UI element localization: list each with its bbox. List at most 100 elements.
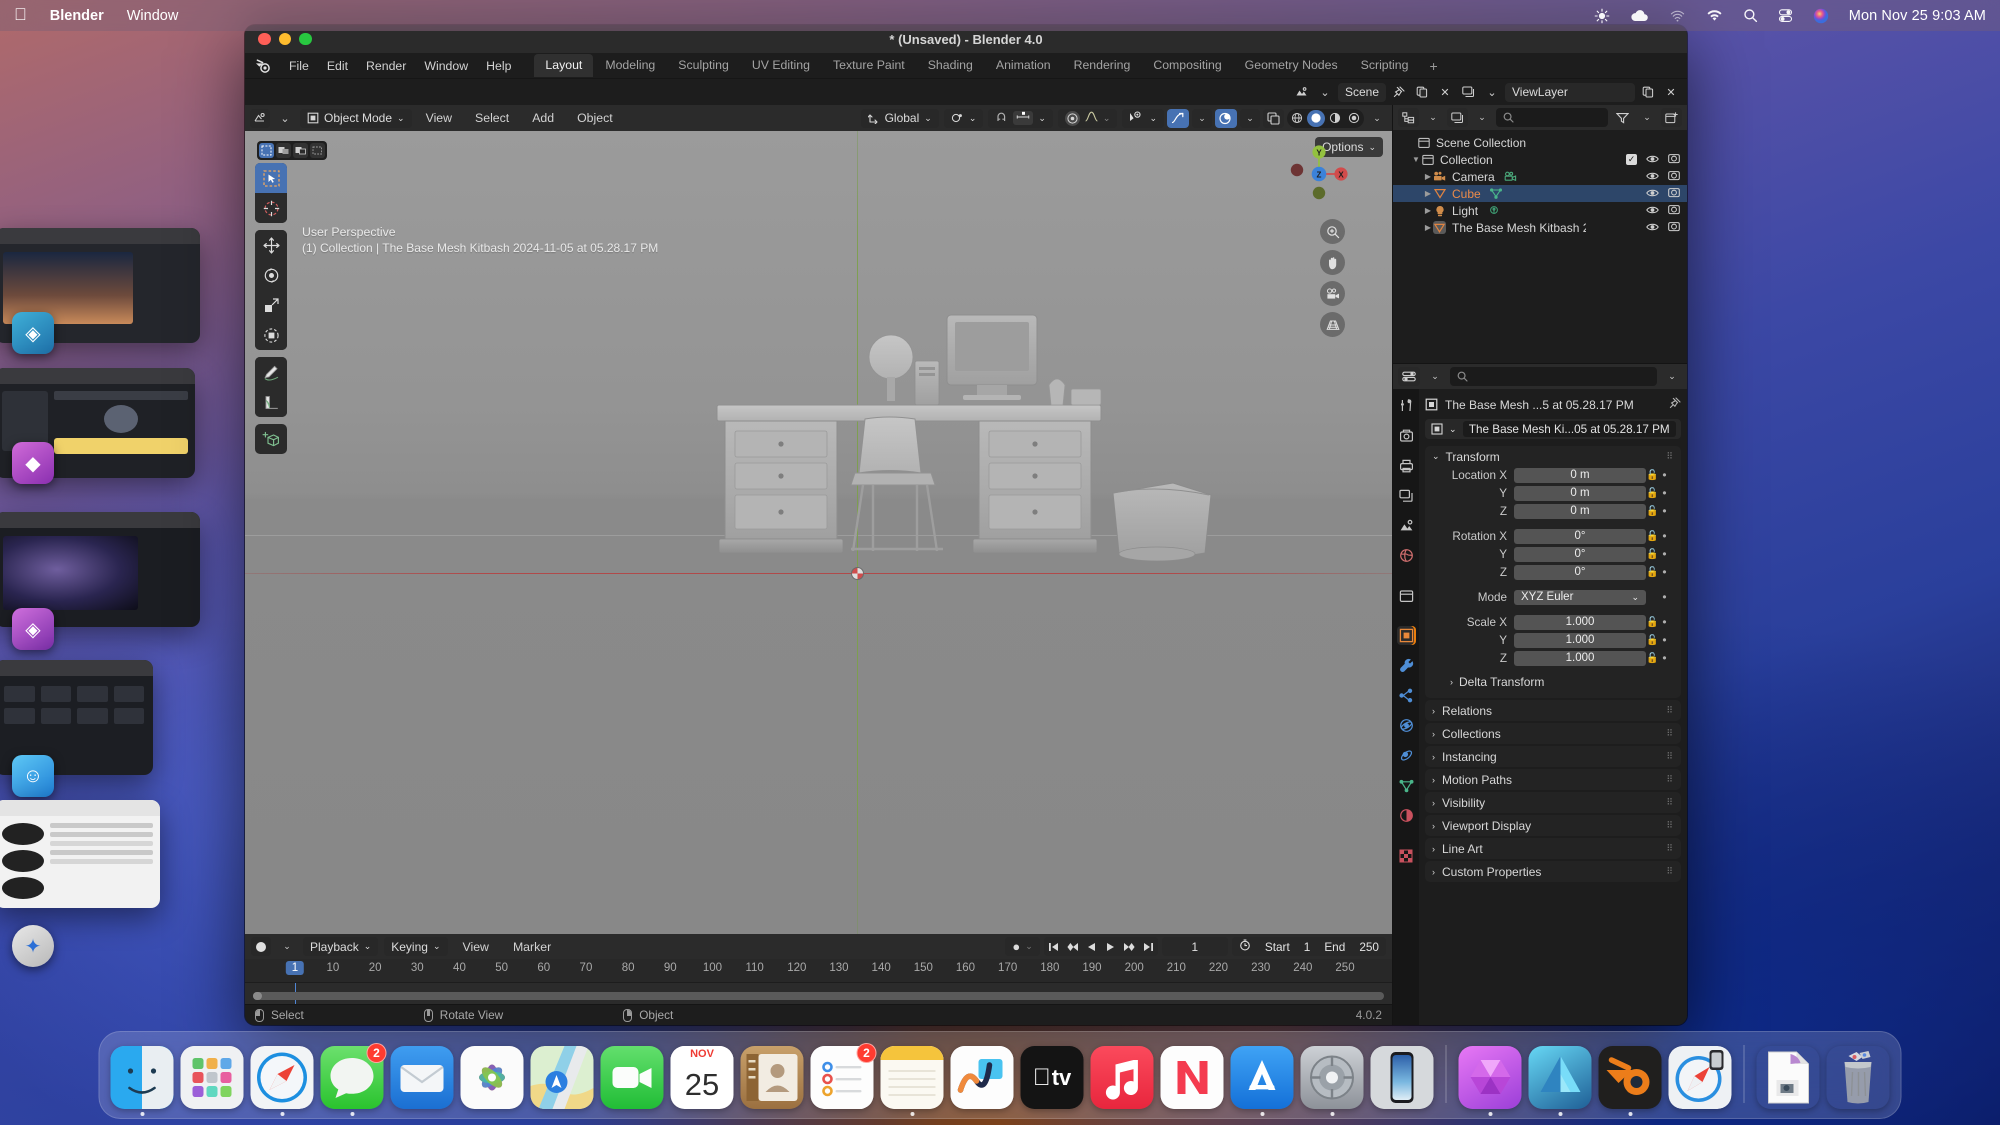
remove-viewlayer-x-icon[interactable]: ✕: [1661, 83, 1681, 102]
collection-properties-tab[interactable]: [1397, 586, 1416, 605]
scale-z-value[interactable]: 1.000: [1514, 651, 1646, 666]
outliner-row-collection[interactable]: ▼ Collection ✓: [1393, 151, 1687, 168]
object-properties-tab[interactable]: [1397, 626, 1416, 645]
dock-item-messages[interactable]: 2: [321, 1046, 384, 1109]
animate-property-dot[interactable]: •: [1659, 531, 1670, 541]
camera-render-visibility-icon[interactable]: [1668, 187, 1680, 201]
disclosure-triangle[interactable]: ▶: [1423, 206, 1433, 215]
tab-modeling[interactable]: Modeling: [594, 54, 666, 77]
tab-texture-paint[interactable]: Texture Paint: [822, 54, 916, 77]
outliner-row-cube[interactable]: ▶ Cube: [1393, 185, 1687, 202]
outliner-display-chevron-icon[interactable]: ⌄: [1423, 108, 1443, 127]
eye-visibility-icon[interactable]: [1646, 170, 1659, 184]
pivot-point-selector[interactable]: ⌄: [944, 109, 984, 128]
outliner-row-scene-collection[interactable]: Scene Collection: [1393, 134, 1687, 151]
dock-item-trash[interactable]: [1827, 1046, 1890, 1109]
scale-y-value[interactable]: 1.000: [1514, 633, 1646, 648]
snap-magnet-icon[interactable]: [995, 111, 1008, 126]
shading-wireframe-icon[interactable]: [1288, 110, 1306, 127]
camera-render-visibility-icon[interactable]: [1668, 170, 1680, 184]
collection-checkbox[interactable]: ✓: [1626, 154, 1637, 165]
shading-chevron-icon[interactable]: ⌄: [1367, 109, 1387, 128]
lock-icon[interactable]: 🔓: [1646, 531, 1659, 542]
dock-item-finder[interactable]: [111, 1046, 174, 1109]
snap-controls[interactable]: ⌄: [988, 109, 1053, 128]
minimize-button[interactable]: [279, 33, 292, 46]
control-center-brightness-icon[interactable]: [1594, 8, 1610, 24]
overlays-chevron-icon[interactable]: ⌄: [1240, 109, 1260, 128]
filter-id-chevron-icon[interactable]: ⌄: [1472, 108, 1492, 127]
current-frame-field[interactable]: 1: [1162, 937, 1228, 956]
line-art-panel[interactable]: › Line Art ⠿: [1425, 838, 1681, 859]
animate-property-dot[interactable]: •: [1659, 488, 1670, 498]
desk-scene-model[interactable]: [715, 311, 1315, 576]
tweak-select-icon[interactable]: [259, 143, 274, 158]
outliner-display-mode-icon[interactable]: [1398, 108, 1419, 127]
render-properties-tab[interactable]: [1397, 426, 1416, 445]
menubar-app-name[interactable]: Blender: [50, 8, 104, 24]
timeline-menu-marker[interactable]: Marker: [504, 937, 560, 957]
eye-visibility-icon[interactable]: [1646, 153, 1659, 167]
dock-item-freeform[interactable]: [951, 1046, 1014, 1109]
animate-property-dot[interactable]: •: [1659, 506, 1670, 516]
output-properties-tab[interactable]: [1397, 456, 1416, 475]
shading-rendered-icon[interactable]: [1345, 110, 1363, 127]
timeline-menu-playback[interactable]: Playback ⌄: [303, 937, 378, 956]
dock-item-calendar[interactable]: NOV 25: [671, 1046, 734, 1109]
control-center-icon[interactable]: [1778, 8, 1793, 23]
close-button[interactable]: [258, 33, 271, 46]
dock-item-affinity-photo[interactable]: [1459, 1046, 1522, 1109]
dock-item-facetime[interactable]: [601, 1046, 664, 1109]
proportional-editing-icon[interactable]: [1065, 111, 1080, 126]
animate-property-dot[interactable]: •: [1659, 653, 1670, 663]
wifi-icon[interactable]: [1706, 9, 1723, 22]
dock-item-safari-mirror[interactable]: [1669, 1046, 1732, 1109]
constraint-properties-tab[interactable]: [1397, 746, 1416, 765]
search-icon[interactable]: [1743, 8, 1758, 23]
eye-visibility-icon[interactable]: [1646, 204, 1659, 218]
dock-item-safari[interactable]: [251, 1046, 314, 1109]
custom-properties-panel[interactable]: › Custom Properties ⠿: [1425, 861, 1681, 882]
select-box-tool[interactable]: [255, 163, 287, 193]
timeline-ruler[interactable]: 1 10203040506070809010011012013014015016…: [245, 959, 1392, 983]
object-data-properties-tab[interactable]: [1397, 776, 1416, 795]
camera-view-icon[interactable]: [1320, 281, 1345, 306]
timeline-editor-icon[interactable]: [251, 937, 271, 956]
particles-properties-tab[interactable]: [1397, 686, 1416, 705]
object-name-field[interactable]: ⌄ The Base Mesh Ki...05 at 05.28.17 PM: [1425, 419, 1681, 439]
dock-item-affinity-designer[interactable]: [1529, 1046, 1592, 1109]
tab-uv-editing[interactable]: UV Editing: [741, 54, 821, 77]
disclosure-triangle[interactable]: ▶: [1423, 172, 1433, 181]
apple-logo-icon[interactable]: : [14, 6, 27, 23]
material-properties-tab[interactable]: [1397, 806, 1416, 825]
scene-browse-chevron-icon[interactable]: ⌄: [1315, 83, 1335, 102]
rotation-y-value[interactable]: 0°: [1514, 547, 1646, 562]
add-cube-tool[interactable]: [255, 424, 287, 454]
zoom-button[interactable]: [299, 33, 312, 46]
scene-name-field[interactable]: Scene: [1338, 83, 1386, 102]
filter-id-icon[interactable]: [1447, 108, 1468, 127]
auto-keying-controls[interactable]: ● ⌄: [1005, 937, 1039, 956]
motion-paths-panel[interactable]: › Motion Paths ⠿: [1425, 769, 1681, 790]
location-x-value[interactable]: 0 m: [1514, 468, 1646, 483]
shading-material-preview-icon[interactable]: [1326, 110, 1344, 127]
menubar-window-menu[interactable]: Window: [127, 8, 179, 24]
pan-hand-icon[interactable]: [1320, 250, 1345, 275]
tab-geometry-nodes[interactable]: Geometry Nodes: [1234, 54, 1349, 77]
viewport-menu-object[interactable]: Object: [568, 108, 622, 128]
transform-panel-header[interactable]: ⌄ Transform ⠿: [1425, 446, 1681, 467]
proportional-editing-controls[interactable]: ⌄: [1058, 109, 1118, 128]
properties-options-chevron-icon[interactable]: ⌄: [1662, 367, 1682, 386]
menu-window[interactable]: Window: [415, 56, 477, 76]
camera-data-icon[interactable]: [1504, 170, 1517, 183]
zoom-icon[interactable]: [1320, 219, 1345, 244]
gizmo-icon[interactable]: [1167, 109, 1189, 128]
relations-panel[interactable]: › Relations ⠿: [1425, 700, 1681, 721]
viewport-menu-view[interactable]: View: [417, 108, 461, 128]
animate-property-dot[interactable]: •: [1659, 549, 1670, 559]
measure-tool[interactable]: [255, 387, 287, 417]
viewlayer-name-field[interactable]: ViewLayer: [1505, 83, 1635, 102]
tool-properties-tab[interactable]: [1397, 396, 1416, 415]
lasso-select-icon[interactable]: [310, 143, 325, 158]
timeline-menu-view[interactable]: View: [454, 937, 498, 957]
